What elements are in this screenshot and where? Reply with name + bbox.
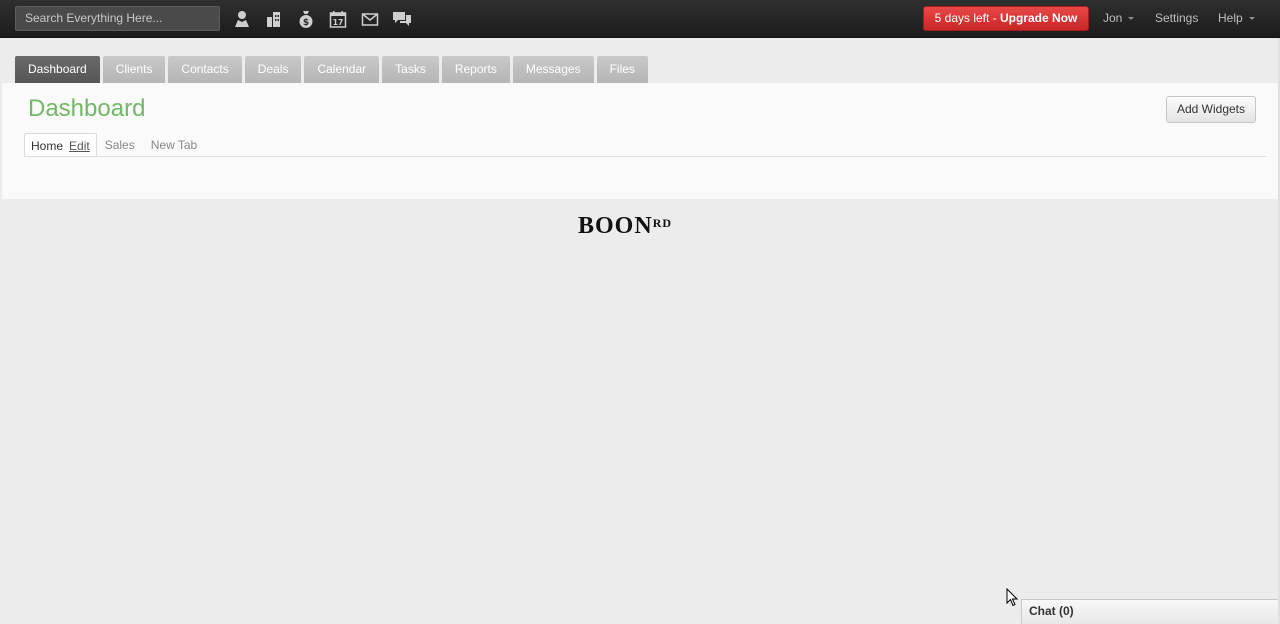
person-icon[interactable] <box>226 8 258 30</box>
tab-clients[interactable]: Clients <box>102 56 166 83</box>
dashboard-header-panel: Dashboard Add Widgets Home Edit Sales New… <box>2 83 1278 199</box>
settings-link[interactable]: Settings <box>1155 11 1198 25</box>
main-tabs: Dashboard Clients Contacts Deals Calenda… <box>15 56 651 83</box>
calendar-icon[interactable]: 17 <box>322 8 354 30</box>
quick-add-icons: $ 17 <box>226 8 418 30</box>
tab-tasks[interactable]: Tasks <box>382 56 439 83</box>
tab-messages[interactable]: Messages <box>512 56 594 83</box>
user-menu[interactable]: Jon <box>1103 11 1135 25</box>
edit-tab-link[interactable]: Edit <box>69 139 90 153</box>
upgrade-now-button[interactable]: 5 days left - Upgrade Now <box>923 6 1089 31</box>
calendar-day-text: 17 <box>333 18 343 27</box>
tab-dashboard[interactable]: Dashboard <box>15 56 100 83</box>
chevron-down-icon <box>1248 17 1255 21</box>
help-label: Help <box>1218 11 1243 25</box>
add-widgets-button[interactable]: Add Widgets <box>1166 96 1256 123</box>
mouse-cursor-icon <box>1006 588 1018 607</box>
money-bag-icon[interactable]: $ <box>290 8 322 30</box>
tab-contacts[interactable]: Contacts <box>168 56 242 83</box>
help-menu[interactable]: Help <box>1218 11 1255 25</box>
envelope-icon[interactable] <box>354 8 386 30</box>
trial-days-text: 5 days left - <box>934 11 1001 25</box>
top-bar: Search Everything Here... $ 17 5 days le… <box>0 0 1280 38</box>
chat-bar[interactable]: Chat (0) <box>1021 599 1279 624</box>
upgrade-now-label: Upgrade Now <box>1000 11 1078 25</box>
page-title: Dashboard <box>28 95 146 122</box>
svg-text:$: $ <box>303 18 309 28</box>
subtab-divider <box>24 156 1266 157</box>
subtab-new-tab[interactable]: New Tab <box>143 133 205 157</box>
user-name: Jon <box>1103 11 1123 25</box>
dashboard-subtabs: Home Edit Sales New Tab <box>24 133 205 157</box>
logo-main-text: BOON <box>578 213 653 239</box>
subtab-home-label: Home <box>31 139 64 153</box>
tab-calendar[interactable]: Calendar <box>304 56 380 83</box>
search-input[interactable]: Search Everything Here... <box>15 6 220 31</box>
subtab-sales[interactable]: Sales <box>97 133 143 157</box>
chevron-down-icon <box>1128 17 1135 21</box>
tab-files[interactable]: Files <box>596 56 648 83</box>
chat-bubbles-icon[interactable] <box>386 8 418 30</box>
building-icon[interactable] <box>258 8 290 30</box>
subtab-home[interactable]: Home Edit <box>24 133 97 157</box>
tab-reports[interactable]: Reports <box>441 56 510 83</box>
tab-deals[interactable]: Deals <box>244 56 302 83</box>
boonrd-logo: BOONRD <box>578 213 708 245</box>
logo-superscript-text: RD <box>652 216 673 230</box>
